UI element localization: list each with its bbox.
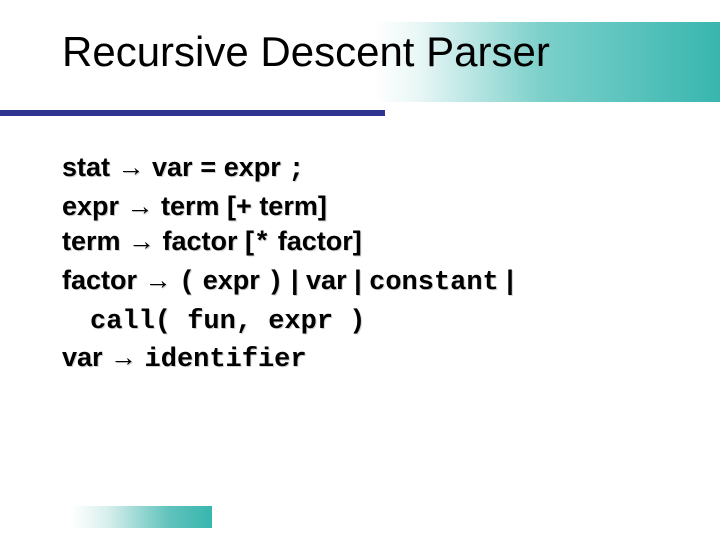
text: factor → — [62, 265, 179, 295]
semicolon-token: ; — [288, 155, 304, 185]
title-underline — [0, 110, 385, 116]
slide-title: Recursive Descent Parser — [62, 28, 550, 76]
text: expr — [216, 152, 288, 182]
grammar-line-3: term → factor [* factor] — [62, 224, 662, 263]
identifier-token: identifier — [145, 345, 307, 375]
text: factor] — [270, 226, 362, 256]
text: expr — [195, 265, 267, 295]
grammar-line-4: factor → ( expr ) | var | constant | — [62, 263, 662, 302]
grammar-line-1: stat → var = expr ; — [62, 150, 662, 189]
grammar-line-6: var → identifier — [62, 340, 662, 379]
grammar-block: stat → var = expr ; expr → term [+ term]… — [62, 150, 662, 379]
footer-accent — [72, 506, 212, 528]
text: stat → var — [62, 152, 200, 182]
grammar-line-5: call( fun, expr ) — [62, 302, 662, 341]
slide: Recursive Descent Parser stat → var = ex… — [0, 0, 720, 540]
text: | var | — [283, 265, 369, 295]
text: term → factor [ — [62, 226, 254, 256]
equals-token: = — [200, 155, 216, 185]
text: var → — [62, 342, 145, 372]
text: | — [499, 265, 514, 295]
rparen-token: ) — [267, 268, 283, 298]
lparen-token: ( — [179, 268, 195, 298]
constant-token: constant — [369, 268, 499, 298]
call-token: call( fun, expr ) — [90, 307, 365, 337]
grammar-line-2: expr → term [+ term] — [62, 189, 662, 225]
star-token: * — [254, 229, 270, 259]
